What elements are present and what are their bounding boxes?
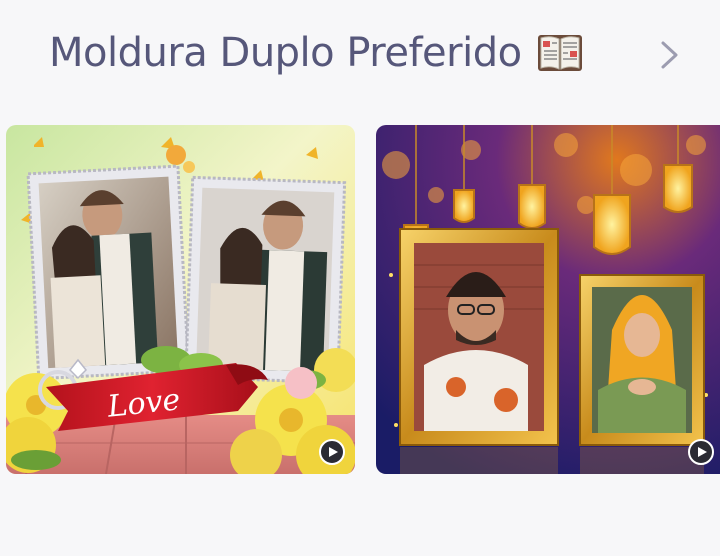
play-circle-icon[interactable] xyxy=(688,439,714,465)
frame-card-love[interactable]: Love xyxy=(6,125,355,474)
play-circle-icon[interactable] xyxy=(319,439,345,465)
open-book-icon xyxy=(537,35,582,71)
frame-card-lantern[interactable] xyxy=(376,125,720,474)
love-frame-thumbnail: Love xyxy=(6,125,355,474)
section-title-text: Moldura Duplo Preferido xyxy=(49,30,522,76)
lantern-frame-thumbnail xyxy=(376,125,720,474)
chevron-right-icon[interactable] xyxy=(652,38,686,72)
section-title: Moldura Duplo Preferido xyxy=(49,30,584,76)
section-header: Moldura Duplo Preferido xyxy=(0,0,720,112)
